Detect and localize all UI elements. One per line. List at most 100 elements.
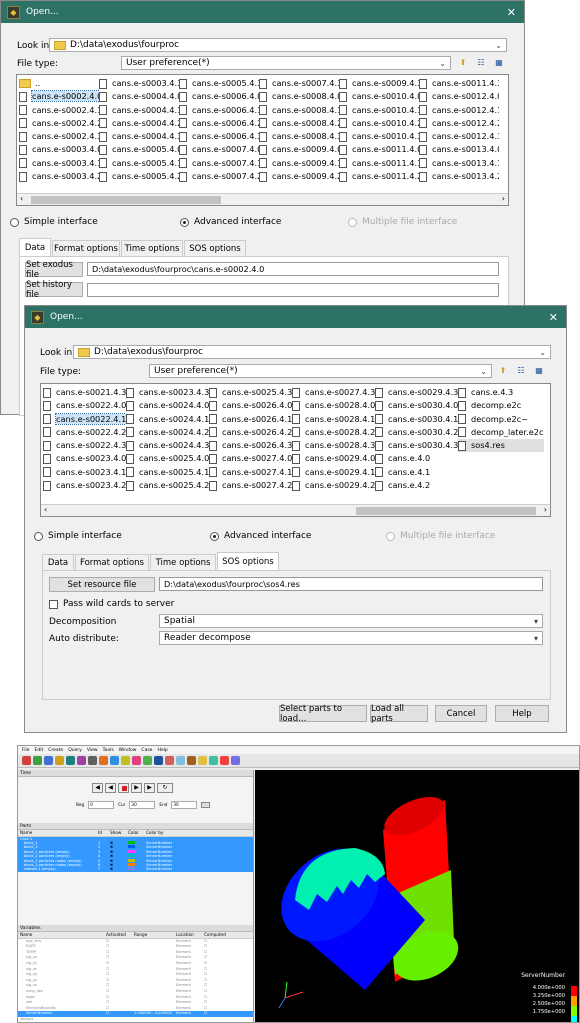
file-list-item[interactable]: cans.e-s0011.4.2 [339,170,419,183]
tool-icon[interactable] [154,756,163,765]
file-list-item[interactable]: cans.e-s0023.4.1 [43,466,126,479]
radio-advanced[interactable]: Advanced interface [210,531,311,541]
tab-data[interactable]: Data [19,238,51,256]
file-type-combo[interactable]: User preference(*) ⌄ [121,56,451,70]
file-list-item[interactable]: cans.e-s0010.4.2 [339,117,419,130]
tab-data[interactable]: Data [42,554,74,570]
horizontal-scrollbar[interactable]: ‹ › [17,193,508,205]
tool-icon[interactable] [110,756,119,765]
tool-icon[interactable] [22,756,31,765]
radio-advanced[interactable]: Advanced interface [180,217,281,227]
file-list-item[interactable]: cans.e-s0011.4.0 [339,143,419,156]
tool-icon[interactable] [77,756,86,765]
resource-file-field[interactable]: D:\data\exodus\fourproc\sos4.res [159,577,543,591]
file-list-item[interactable]: cans.e-s0004.4.1 [99,104,179,117]
decomposition-select[interactable]: Spatial ▾ [159,614,543,628]
file-list-item[interactable]: cans.e-s0012.4.2 [419,117,499,130]
tool-icon[interactable] [44,756,53,765]
detail-view-icon[interactable]: ☷ [515,365,527,376]
file-list-item[interactable]: cans.e-s0009.4.3 [339,77,419,90]
up-folder-icon[interactable]: ⬆ [497,365,509,376]
exodus-file-field[interactable]: D:\data\exodus\fourproc\cans.e-s0002.4.0 [87,262,499,276]
file-type-combo[interactable]: User preference(*) ⌄ [149,364,492,378]
file-list-item[interactable]: cans.e-s0026.4.2 [209,426,292,439]
variables-row[interactable]: Vectors [18,1017,253,1022]
file-list-item[interactable]: cans.e-s0013.4.2 [419,170,499,183]
cancel-button[interactable]: Cancel [435,705,487,722]
file-list-item[interactable]: cans.e-s0021.4.3 [43,386,126,399]
file-list-item[interactable]: cans.e-s0024.4.3 [126,439,209,452]
list-view-icon[interactable]: ▦ [533,365,545,376]
pass-wild-cards-checkbox[interactable]: Pass wild cards to server [49,599,174,609]
play-icon[interactable]: ▶ [131,783,142,793]
file-list-item[interactable]: cans.e-s0027.4.2 [209,479,292,492]
file-list-item[interactable]: cans.e-s0023.4.3 [126,386,209,399]
help-button[interactable]: Help [495,705,549,722]
loop-icon[interactable]: ↻ [157,783,173,793]
tab-sos-options[interactable]: SOS options [184,240,246,256]
file-list-item[interactable]: cans.e-s0026.4.1 [209,413,292,426]
file-list-item[interactable]: cans.e-s0006.4.0 [179,90,259,103]
menu-item[interactable]: Query [68,748,82,753]
file-list-item[interactable]: cans.e-s0007.4.0 [179,143,259,156]
tool-icon[interactable] [88,756,97,765]
menu-item[interactable]: View [87,748,98,753]
graphics-viewport[interactable]: ServerNumber 4.000e+000 3.250e+000 2.500… [255,770,579,1022]
play-back-icon[interactable]: ◀ [105,783,116,793]
part-color-swatch[interactable] [128,867,146,871]
select-parts-button[interactable]: Select parts to load... [279,704,367,724]
tool-icon[interactable] [187,756,196,765]
file-list-item[interactable]: cans.e-s0003.4.2 [19,170,99,183]
auto-distribute-select[interactable]: Reader decompose ▾ [159,631,543,645]
file-list-item[interactable]: .. [19,77,99,90]
time-beg-field[interactable]: 0 [88,801,115,809]
file-list-item[interactable]: cans.e.4.1 [375,466,458,479]
tab-format-options[interactable]: Format options [52,240,120,256]
file-list-item[interactable]: cans.e-s0024.4.2 [126,426,209,439]
file-list-item[interactable]: cans.e-s0029.4.3 [375,386,458,399]
time-more-button[interactable] [201,801,211,808]
file-list-item[interactable]: cans.e-s0005.4.2 [99,170,179,183]
file-list-item[interactable]: cans.e-s0009.4.0 [259,143,339,156]
set-exodus-file-button[interactable]: Set exodus file [25,260,83,280]
file-list-item[interactable]: cans.e-s0004.4.0 [99,90,179,103]
variables-table[interactable]: Name Activated Range Location Computed e… [18,932,253,1022]
file-list-item[interactable]: cans.e-s0010.4.3 [339,130,419,143]
file-list-item[interactable]: sos4.res [458,439,544,453]
menu-item[interactable]: Help [157,748,167,753]
time-cur-field[interactable]: 30 [129,801,156,809]
file-list-item[interactable]: cans.e-s0013.4.1 [419,157,499,170]
radio-simple[interactable]: Simple interface [10,217,98,227]
tool-icon[interactable] [220,756,229,765]
scroll-right-icon[interactable]: › [502,194,505,203]
file-list-item[interactable]: cans.e-s0025.4.1 [126,466,209,479]
file-list-item[interactable]: cans.e-s0010.4.1 [339,104,419,117]
radio-multiple[interactable]: Multiple file interface [386,531,495,541]
file-list-item[interactable]: cans.e-s0010.4.0 [339,90,419,103]
menu-item[interactable]: File [22,748,30,753]
file-list-item[interactable]: cans.e-s0030.4.0 [375,399,458,412]
menu-item[interactable]: Tools [103,748,114,753]
tab-time-options[interactable]: Time options [121,240,183,256]
set-resource-file-button[interactable]: Set resource file [49,577,155,592]
file-list-item[interactable]: cans.e-s0007.4.1 [179,157,259,170]
file-list[interactable]: .. cans.e-s0002.4.0 cans.e-s0002.4.1 cans.e… [16,74,509,206]
file-list-item[interactable]: cans.e-s0003.4.0 [19,143,99,156]
stop-icon[interactable] [118,783,129,793]
file-list-item[interactable]: cans.e-s0024.4.0 [126,399,209,412]
menu-item[interactable]: Edit [35,748,44,753]
file-list-item[interactable]: cans.e-s0004.4.2 [99,117,179,130]
file-list-item[interactable]: cans.e-s0006.4.1 [179,104,259,117]
scroll-right-icon[interactable]: › [544,505,547,514]
scroll-left-icon[interactable]: ‹ [44,505,47,514]
parts-table[interactable]: Name Id Show Color Color by Case 1 block_… [18,830,253,872]
look-in-combo[interactable]: D:\data\exodus\fourproc ⌄ [49,38,507,52]
file-list-item[interactable]: cans.e-s0008.4.3 [259,130,339,143]
up-folder-icon[interactable]: ⬆ [457,57,469,68]
file-list-item[interactable]: cans.e-s0007.4.2 [179,170,259,183]
file-list-item[interactable]: cans.e-s0008.4.2 [259,117,339,130]
tool-icon[interactable] [198,756,207,765]
file-list-item[interactable]: cans.e-s0002.4.3 [19,130,99,143]
file-list-item[interactable]: cans.e-s0012.4.0 [419,90,499,103]
file-list-item[interactable]: cans.e-s0029.4.2 [292,479,375,492]
